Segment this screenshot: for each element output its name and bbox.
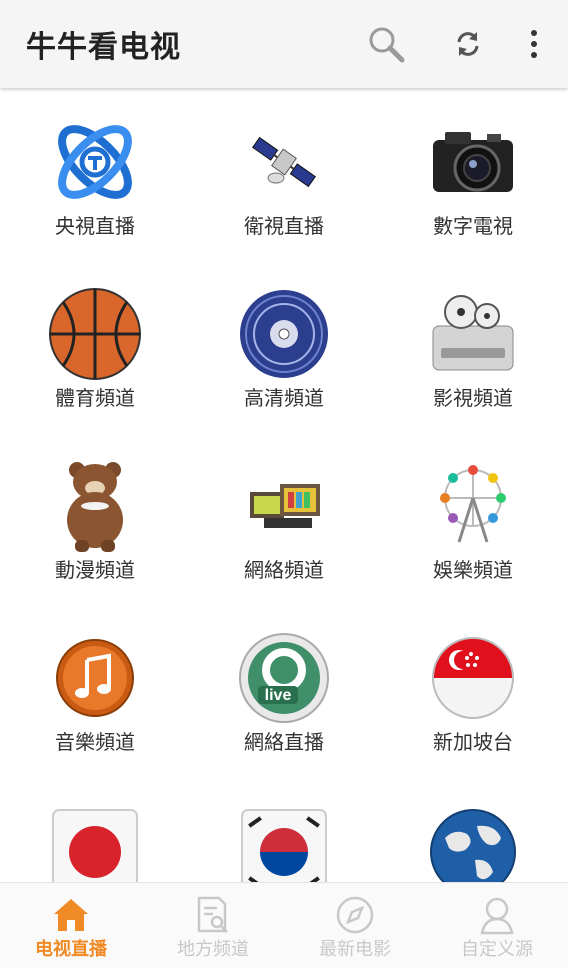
channel-network-live[interactable]: live 網絡直播 bbox=[189, 604, 379, 776]
basketball-icon bbox=[49, 288, 141, 380]
channel-label: 動漫頻道 bbox=[55, 558, 135, 582]
channel-label: 衛視直播 bbox=[244, 214, 324, 238]
nav-local-channels[interactable]: 地方频道 bbox=[142, 883, 284, 968]
nav-latest-movies[interactable]: 最新电影 bbox=[284, 883, 426, 968]
search-icon bbox=[369, 27, 405, 63]
channel-label: 央視直播 bbox=[55, 214, 135, 238]
bottom-navigation: 电视直播 地方频道 最新电影 自定义源 bbox=[0, 882, 568, 968]
ferris-wheel-icon bbox=[440, 465, 506, 543]
app-bar: 牛牛看电视 bbox=[0, 0, 568, 88]
channel-movies[interactable]: 影視頻道 bbox=[378, 260, 568, 432]
cctv-logo-icon bbox=[58, 125, 132, 199]
search-button[interactable] bbox=[364, 22, 408, 66]
channel-label: 網絡直播 bbox=[244, 730, 324, 754]
channel-korea[interactable] bbox=[189, 776, 379, 882]
channel-label: 高清頻道 bbox=[244, 386, 324, 410]
channel-label: 網絡頻道 bbox=[244, 558, 324, 582]
japan-flag-icon bbox=[52, 809, 138, 882]
camera-icon bbox=[433, 132, 513, 192]
channel-grid: 央視直播 衛視直播 數字電視 體育頻道 高清頻道 影視頻道 動漫頻道 網絡頻道 … bbox=[0, 88, 568, 882]
svg-text:live: live bbox=[265, 687, 292, 704]
more-vert-icon bbox=[531, 30, 537, 58]
channel-label: 音樂頻道 bbox=[55, 730, 135, 754]
channel-cctv-live[interactable]: 央視直播 bbox=[0, 88, 190, 260]
document-search-icon bbox=[197, 896, 228, 933]
satellite-icon bbox=[252, 136, 316, 188]
channel-hd[interactable]: 高清頻道 bbox=[189, 260, 379, 432]
film-reel-icon bbox=[432, 295, 514, 371]
home-icon bbox=[54, 899, 88, 931]
user-icon bbox=[480, 897, 514, 935]
channel-international[interactable] bbox=[378, 776, 568, 882]
channel-digital-tv[interactable]: 數字電視 bbox=[378, 88, 568, 260]
app-title: 牛牛看电视 bbox=[26, 30, 181, 65]
channel-music[interactable]: 音樂頻道 bbox=[0, 604, 190, 776]
music-note-icon bbox=[56, 639, 134, 717]
nav-label: 自定义源 bbox=[461, 939, 533, 960]
channel-network[interactable]: 網絡頻道 bbox=[189, 432, 379, 604]
channel-label: 新加坡台 bbox=[433, 730, 513, 754]
compass-icon bbox=[336, 896, 374, 934]
nav-label: 最新电影 bbox=[319, 939, 391, 960]
bear-icon bbox=[67, 462, 123, 552]
channel-label: 體育頻道 bbox=[55, 386, 135, 410]
live-icon: live bbox=[239, 633, 329, 723]
channel-label: 影視頻道 bbox=[433, 386, 513, 410]
nav-label: 地方频道 bbox=[177, 939, 249, 960]
channel-japan[interactable] bbox=[0, 776, 190, 882]
channel-satellite-live[interactable]: 衛視直播 bbox=[189, 88, 379, 260]
singapore-flag-icon bbox=[432, 637, 514, 719]
channel-anime[interactable]: 動漫頻道 bbox=[0, 432, 190, 604]
channel-label: 娛樂頻道 bbox=[433, 558, 513, 582]
refresh-button[interactable] bbox=[446, 22, 490, 66]
tv-sets-icon bbox=[250, 484, 320, 528]
overflow-menu-button[interactable] bbox=[512, 22, 556, 66]
nav-tv-live[interactable]: 电视直播 bbox=[0, 883, 142, 968]
nav-custom-source[interactable]: 自定义源 bbox=[426, 883, 568, 968]
refresh-icon bbox=[457, 32, 479, 56]
korea-flag-icon bbox=[241, 809, 327, 882]
nav-label: 电视直播 bbox=[35, 939, 107, 960]
globe-icon bbox=[430, 809, 516, 882]
channel-label: 數字電視 bbox=[433, 214, 513, 238]
channel-entertainment[interactable]: 娛樂頻道 bbox=[378, 432, 568, 604]
disc-icon bbox=[240, 290, 328, 378]
channel-sports[interactable]: 體育頻道 bbox=[0, 260, 190, 432]
channel-singapore[interactable]: 新加坡台 bbox=[378, 604, 568, 776]
